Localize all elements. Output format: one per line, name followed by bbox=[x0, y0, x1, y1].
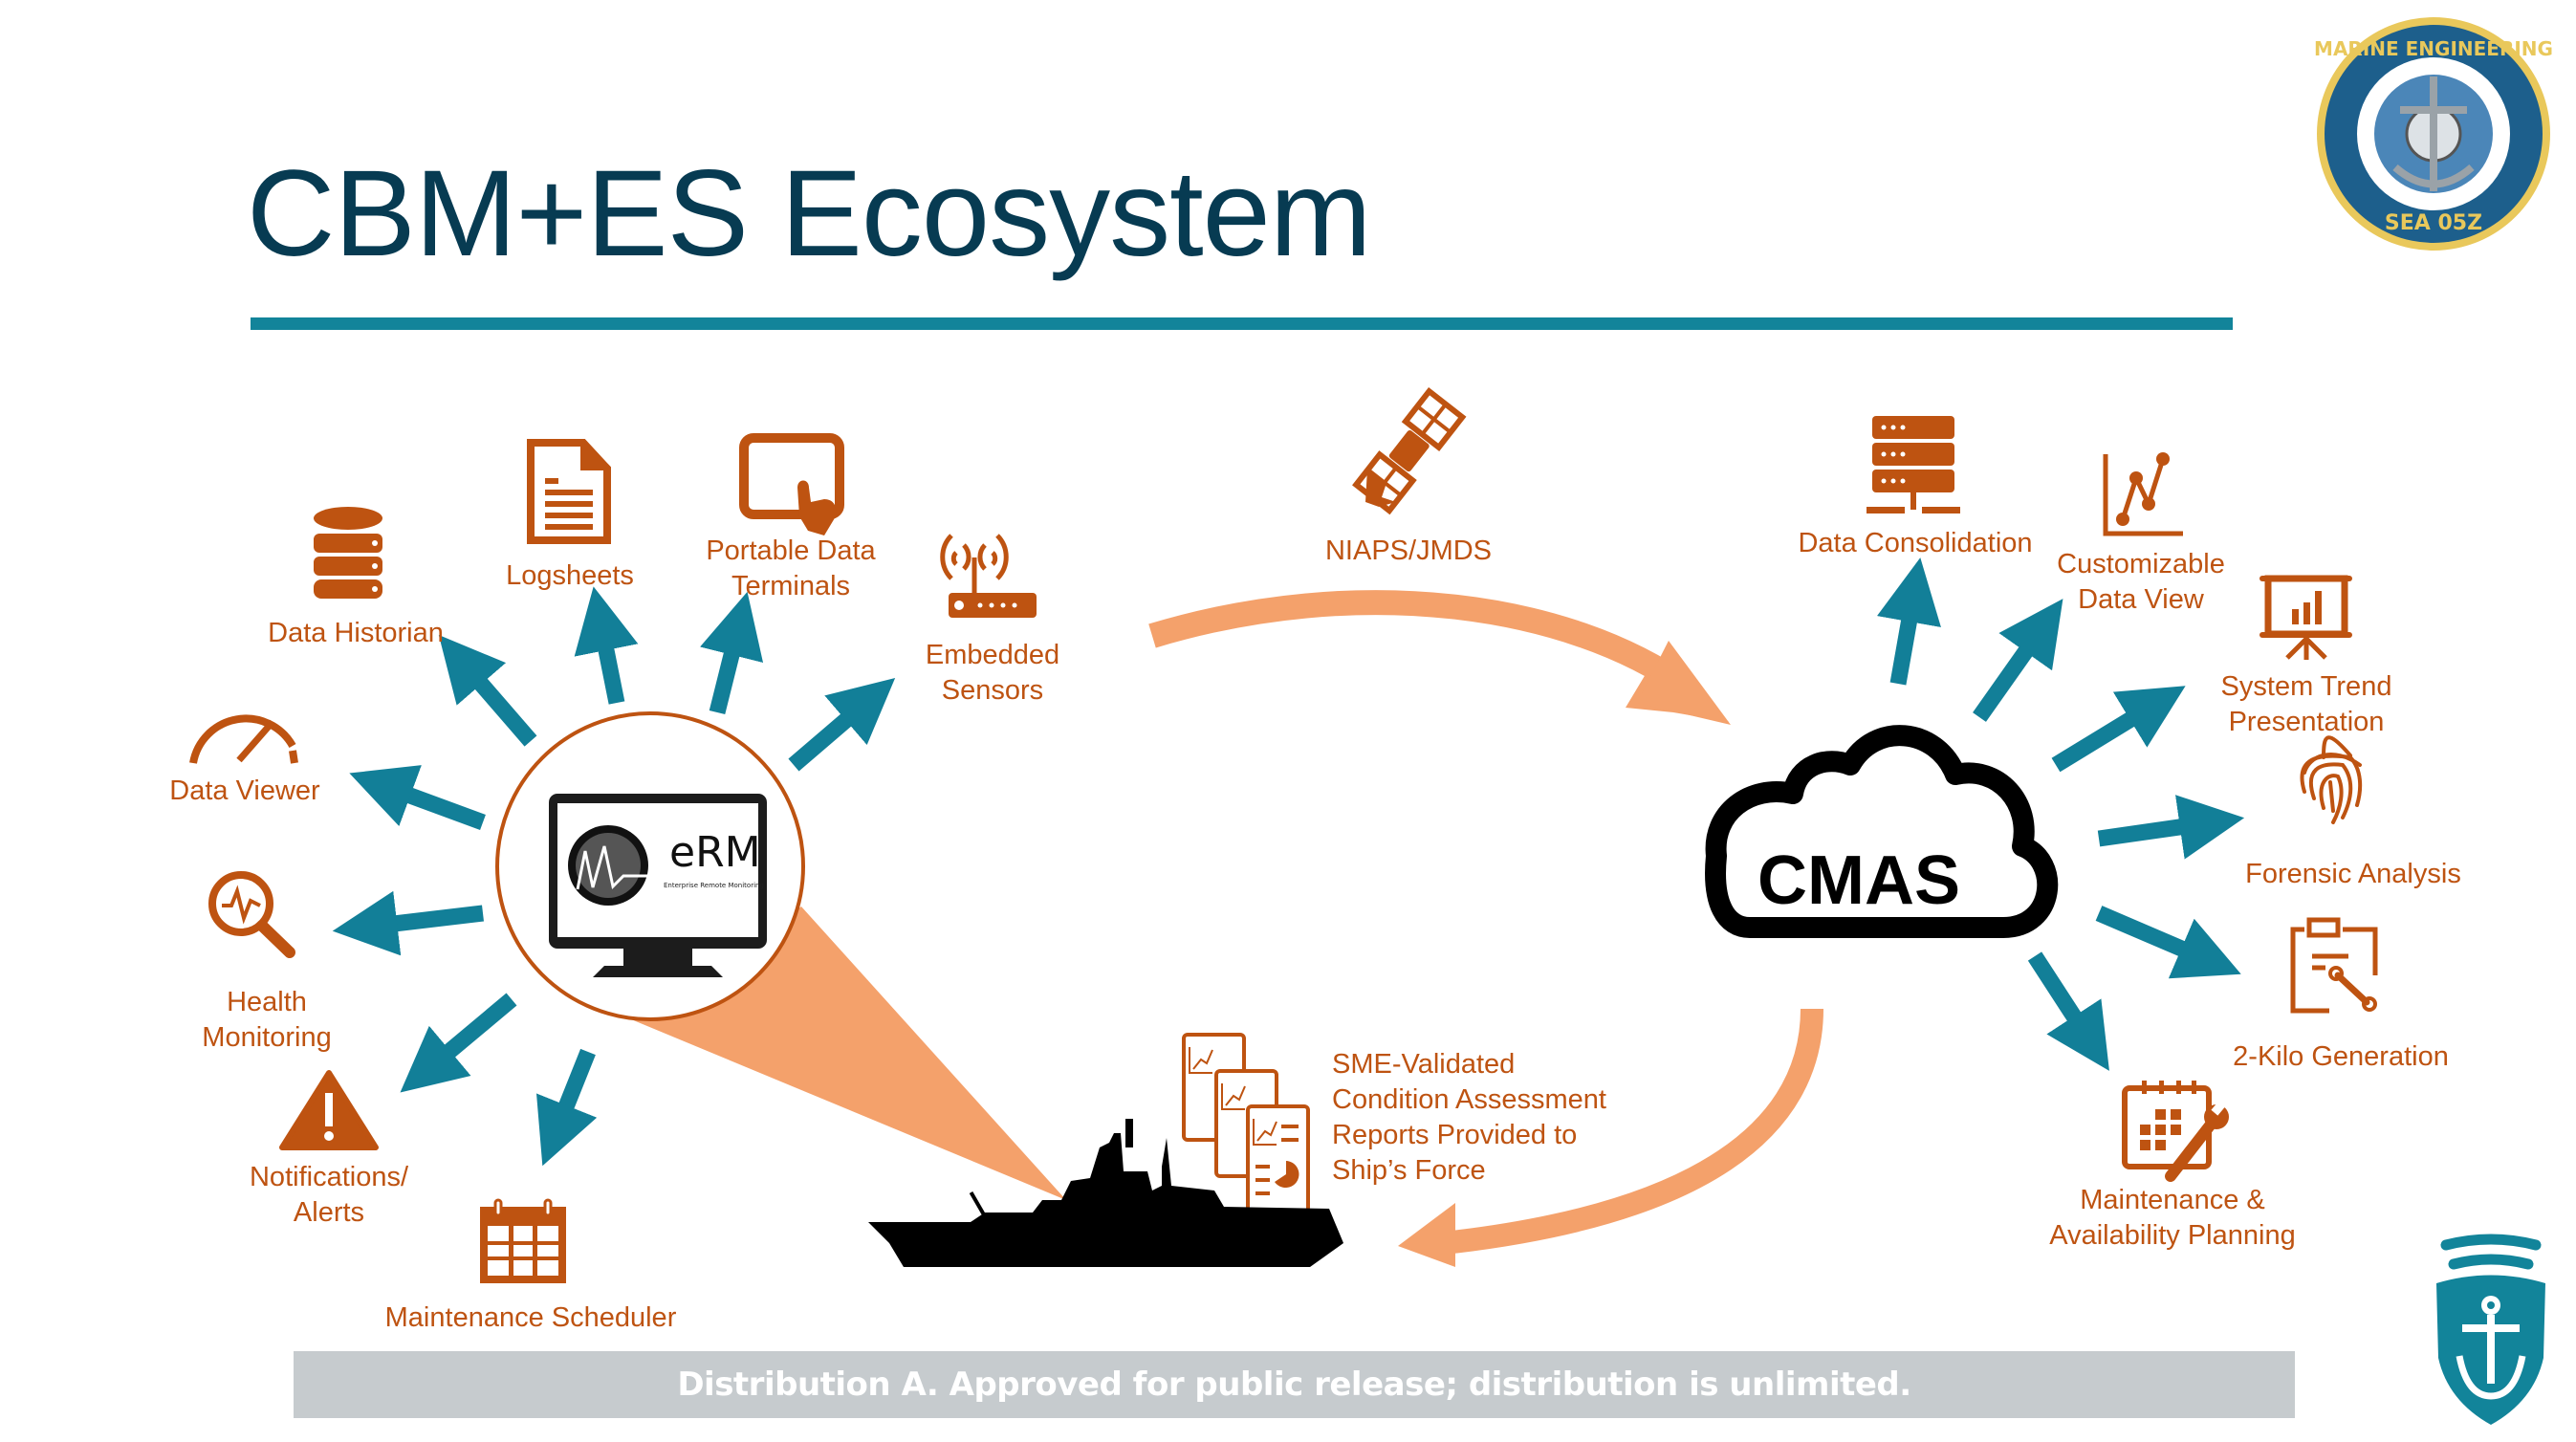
label-niaps-jmds: NIAPS/JMDS bbox=[1324, 535, 1493, 566]
label-sme-reports: SME-Validated Condition Assessment Repor… bbox=[1332, 1047, 1606, 1189]
reports-stack-icon bbox=[1182, 1033, 1310, 1213]
erm-subtitle: Enterprise Remote Monitoring bbox=[664, 882, 764, 889]
arrow-to-embedded-sensors bbox=[788, 678, 896, 772]
label-line: System Trend bbox=[2220, 671, 2392, 702]
arrow-to-maintenance-scheduler bbox=[536, 1048, 598, 1167]
label-line: Monitoring bbox=[202, 1022, 332, 1053]
label-line: Customizable bbox=[2057, 549, 2225, 579]
arrow-to-data-consolidation bbox=[1876, 557, 1941, 686]
label-portable-data-terminals: Portable Data Terminals bbox=[706, 534, 875, 604]
label-line: Portable Data bbox=[706, 535, 876, 566]
label-health-monitoring: Health Monitoring bbox=[202, 985, 331, 1056]
arrow-to-2-kilo-generation bbox=[2095, 906, 2241, 979]
calendar-icon bbox=[480, 1198, 566, 1283]
satellite-icon bbox=[1352, 386, 1467, 515]
label-line: Presentation bbox=[2228, 707, 2385, 737]
flow-arc-to-ship-head bbox=[1398, 1203, 1455, 1267]
label-customizable-data-view: Customizable Data View bbox=[2057, 547, 2225, 618]
emblem-ring-text: MARINE ENGINEERING bbox=[2314, 37, 2553, 60]
arrow-to-health-monitoring bbox=[332, 890, 484, 956]
label-logsheets: Logsheets bbox=[506, 560, 634, 591]
document-icon bbox=[527, 439, 611, 544]
arrow-to-maintenance-planning bbox=[2027, 951, 2109, 1071]
label-line: Availability Planning bbox=[2049, 1220, 2296, 1251]
label-2-kilo-generation: 2-Kilo Generation bbox=[2233, 1041, 2449, 1072]
arrow-to-system-trend bbox=[2051, 686, 2186, 773]
label-line: Maintenance & bbox=[2080, 1185, 2265, 1215]
label-forensic-analysis: Forensic Analysis bbox=[2245, 859, 2461, 889]
label-line: Reports Provided to bbox=[1332, 1120, 1578, 1150]
label-line: Alerts bbox=[293, 1197, 365, 1228]
presentation-board-icon bbox=[2259, 575, 2352, 660]
flow-arc-to-cmas bbox=[1148, 590, 1695, 699]
distribution-footer: Distribution A. Approved for public rele… bbox=[294, 1351, 2295, 1418]
label-system-trend-presentation: System Trend Presentation bbox=[2221, 669, 2392, 740]
magnifier-pulse-icon bbox=[208, 871, 295, 958]
arrow-to-portable-data-terminals bbox=[700, 591, 764, 715]
label-line: Data View bbox=[2078, 584, 2204, 615]
label-notifications-alerts: Notifications/ Alerts bbox=[250, 1160, 408, 1231]
label-line: Notifications/ bbox=[249, 1162, 409, 1192]
line-chart-icon bbox=[2103, 452, 2183, 536]
arrow-to-notifications-alerts bbox=[400, 993, 517, 1093]
label-data-viewer: Data Viewer bbox=[169, 776, 320, 806]
clipboard-wrench-icon bbox=[2290, 917, 2378, 1014]
server-icon bbox=[1867, 416, 1960, 513]
wireless-router-icon bbox=[940, 534, 1037, 618]
arrow-to-data-historian bbox=[438, 635, 537, 747]
label-line: Embedded bbox=[925, 640, 1060, 670]
calendar-wrench-icon bbox=[2122, 1081, 2229, 1182]
arrow-to-logsheets bbox=[574, 586, 639, 705]
fingerprint-icon bbox=[2300, 735, 2363, 824]
label-line: Health bbox=[227, 987, 307, 1017]
label-line: Sensors bbox=[941, 675, 1044, 706]
label-embedded-sensors: Embedded Sensors bbox=[926, 638, 1059, 709]
gauge-icon bbox=[189, 714, 298, 764]
label-maintenance-availability-planning: Maintenance & Availability Planning bbox=[2049, 1183, 2295, 1254]
label-line: Condition Assessment bbox=[1332, 1084, 1606, 1115]
arrow-to-customizable-data-view bbox=[1973, 599, 2063, 722]
label-data-consolidation: Data Consolidation bbox=[1798, 528, 2033, 558]
distribution-statement: Distribution A. Approved for public rele… bbox=[677, 1366, 1911, 1404]
label-line: Ship’s Force bbox=[1332, 1155, 1486, 1186]
arrow-to-forensic-analysis bbox=[2097, 795, 2245, 860]
cmas-label: CMAS bbox=[1757, 842, 1960, 919]
warning-icon bbox=[279, 1070, 379, 1150]
tablet-touch-icon bbox=[739, 433, 844, 535]
label-maintenance-scheduler: Maintenance Scheduler bbox=[384, 1302, 677, 1333]
arrow-to-data-viewer bbox=[349, 765, 486, 830]
label-line: Terminals bbox=[731, 571, 851, 601]
anchor-shield-logo bbox=[2436, 1234, 2545, 1425]
database-icon bbox=[314, 507, 382, 599]
label-line: SME-Validated bbox=[1332, 1049, 1516, 1080]
label-data-historian: Data Historian bbox=[268, 618, 444, 648]
erm-logo-text: eRM bbox=[669, 828, 761, 877]
emblem-bottom-text: SEA 05Z bbox=[2385, 211, 2482, 235]
marine-engineering-emblem: MARINE ENGINEERING SEA 05Z bbox=[2314, 17, 2553, 251]
